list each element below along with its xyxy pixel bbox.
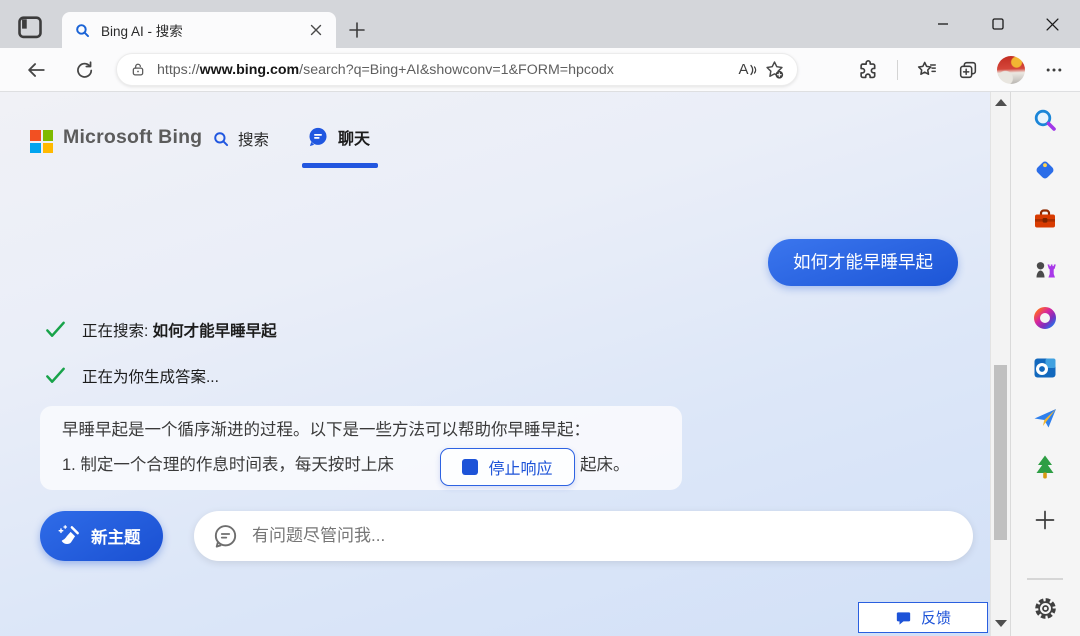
- url-host: www.bing.com: [200, 62, 300, 78]
- tab-favicon-search-icon: [74, 22, 91, 39]
- scrollbar-down-arrow[interactable]: [995, 620, 1007, 627]
- sidebar-tools-icon[interactable]: [1030, 204, 1060, 234]
- chat-input[interactable]: [252, 526, 955, 546]
- page-content: Microsoft Bing 搜索 聊天 如何才能早睡早起 正在搜索: 如何才能…: [0, 92, 990, 636]
- feedback-button[interactable]: 反馈: [858, 602, 988, 633]
- feedback-label: 反馈: [921, 607, 951, 628]
- search-icon: [212, 130, 230, 148]
- lock-icon[interactable]: [130, 61, 146, 78]
- url-scheme: https://: [157, 62, 200, 78]
- answer-line-1: 早睡早起是一个循序渐进的过程。以下是一些方法可以帮助你早睡早起：: [62, 415, 682, 446]
- feedback-bubble-icon: [895, 610, 912, 626]
- browser-toolbar: https://www.bing.com/search?q=Bing+AI&sh…: [0, 48, 1080, 92]
- checkmark-icon: [44, 318, 67, 341]
- ask-me-chat-icon: [212, 523, 239, 550]
- tab-chat[interactable]: 聊天: [307, 125, 370, 149]
- new-topic-label: 新主题: [91, 524, 141, 548]
- scrollbar-thumb[interactable]: [994, 365, 1007, 540]
- add-favorite-icon[interactable]: [761, 58, 787, 82]
- stop-responding-button[interactable]: 停止响应: [440, 448, 575, 486]
- maximize-button[interactable]: [970, 0, 1025, 48]
- sidebar-add-icon[interactable]: [1030, 505, 1060, 535]
- tab-title: Bing AI - 搜索: [101, 20, 306, 40]
- favorites-hub-icon[interactable]: [915, 58, 939, 82]
- active-tab-underline: [302, 163, 378, 168]
- back-button[interactable]: [24, 58, 48, 82]
- address-bar[interactable]: https://www.bing.com/search?q=Bing+AI&sh…: [116, 53, 798, 86]
- read-aloud-icon[interactable]: A: [735, 58, 761, 82]
- sidebar-microsoft-365-icon[interactable]: [1030, 303, 1060, 333]
- stop-square-icon: [462, 459, 478, 475]
- collections-icon[interactable]: [956, 58, 980, 82]
- minimize-button[interactable]: [915, 0, 970, 48]
- sidebar-search-icon[interactable]: [1030, 105, 1060, 135]
- tab-search[interactable]: 搜索: [212, 128, 269, 150]
- sidebar-divider: [1027, 578, 1063, 580]
- status-searching-text: 正在搜索: 如何才能早睡早起: [82, 319, 277, 341]
- browser-window: Bing AI - 搜索: [0, 0, 1080, 636]
- sidebar-settings-gear-icon[interactable]: [1030, 593, 1060, 623]
- tab-close-icon[interactable]: [306, 20, 326, 40]
- status-generating: 正在为你生成答案...: [44, 364, 219, 387]
- sidebar-tree-icon[interactable]: [1030, 452, 1060, 482]
- profile-avatar[interactable]: [997, 56, 1025, 84]
- microsoft-bing-logo-icon[interactable]: [30, 130, 53, 153]
- refresh-button[interactable]: [72, 58, 96, 82]
- broom-icon: [55, 523, 82, 550]
- scrollbar-up-arrow[interactable]: [995, 99, 1007, 106]
- window-controls: [915, 0, 1080, 48]
- close-window-button[interactable]: [1025, 0, 1080, 48]
- status-generating-text: 正在为你生成答案...: [82, 365, 219, 387]
- user-message-bubble: 如何才能早睡早起: [768, 239, 958, 286]
- page-scrollbar[interactable]: [990, 92, 1010, 636]
- stop-responding-label: 停止响应: [488, 455, 552, 479]
- answer-line-2-tail: 起床。: [580, 450, 630, 481]
- extensions-icon[interactable]: [856, 58, 880, 82]
- tab-strip: Bing AI - 搜索: [0, 0, 1080, 48]
- tab-search-label: 搜索: [238, 128, 269, 150]
- sidebar-drop-icon[interactable]: [1030, 403, 1060, 433]
- checkmark-icon: [44, 364, 67, 387]
- edge-sidebar: [1010, 92, 1080, 636]
- tab-actions-menu-icon[interactable]: [16, 13, 44, 41]
- new-topic-button[interactable]: 新主题: [40, 511, 163, 561]
- sidebar-outlook-icon[interactable]: [1030, 353, 1060, 383]
- status-searching: 正在搜索: 如何才能早睡早起: [44, 318, 277, 341]
- url-text[interactable]: https://www.bing.com/search?q=Bing+AI&sh…: [157, 62, 735, 78]
- sidebar-games-icon[interactable]: [1030, 254, 1060, 284]
- url-path: /search?q=Bing+AI&showconv=1&FORM=hpcodx: [299, 62, 614, 78]
- answer-card: 早睡早起是一个循序渐进的过程。以下是一些方法可以帮助你早睡早起： 1. 制定一个…: [40, 406, 682, 490]
- sidebar-shopping-icon[interactable]: [1030, 155, 1060, 185]
- toolbar-divider: [897, 60, 898, 80]
- chat-input-container[interactable]: [194, 511, 973, 561]
- brand-title: Microsoft Bing: [63, 126, 202, 149]
- new-tab-button[interactable]: [346, 19, 368, 41]
- tab-chat-label: 聊天: [338, 125, 370, 149]
- chat-bubble-icon: [307, 126, 329, 148]
- browser-tab[interactable]: Bing AI - 搜索: [62, 12, 336, 48]
- toolbar-right-icons: [856, 55, 1066, 85]
- settings-menu-icon[interactable]: [1042, 58, 1066, 82]
